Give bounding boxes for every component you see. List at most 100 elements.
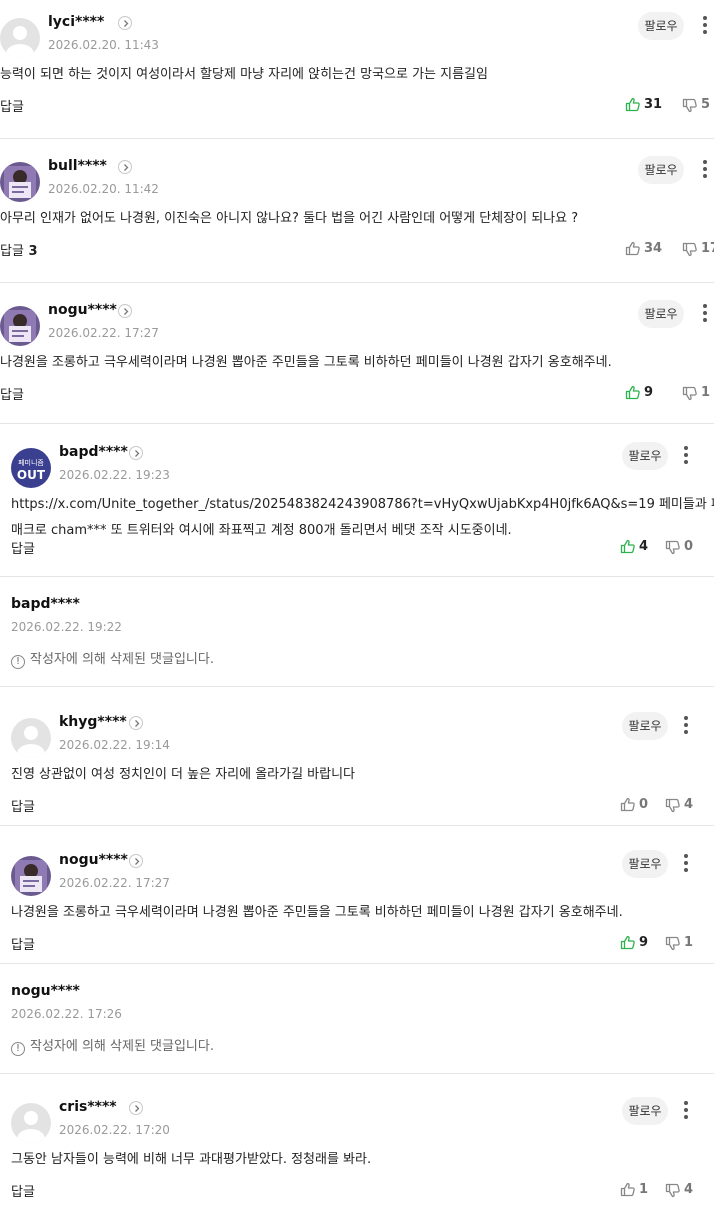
dislike-count: 5 bbox=[701, 97, 711, 112]
comment-text-line: 나경원을 조롱하고 극우세력이라며 나경원 뽑아준 주민들을 그토록 비하하던 … bbox=[0, 355, 612, 370]
more-options-icon[interactable] bbox=[681, 716, 691, 736]
comment-text-line: 매크로 cham*** 또 트위터와 여시에 좌표찍고 계정 800개 돌리면서… bbox=[11, 523, 512, 538]
comment-date: 2026.02.22. 17:27 bbox=[59, 876, 170, 890]
profile-chevron-icon[interactable] bbox=[129, 854, 143, 868]
dislike-count: 4 bbox=[684, 1182, 694, 1197]
more-options-icon[interactable] bbox=[700, 304, 710, 324]
comment-date: 2026.02.20. 11:42 bbox=[48, 182, 159, 196]
info-icon: ! bbox=[11, 655, 25, 669]
comment-date: 2026.02.22. 19:14 bbox=[59, 738, 170, 752]
like-count: 34 bbox=[644, 241, 663, 256]
reply-button[interactable]: 답글 bbox=[0, 96, 24, 115]
thumbs-up-icon bbox=[625, 241, 640, 256]
follow-button[interactable]: 팔로우 bbox=[638, 300, 684, 328]
profile-chevron-icon[interactable] bbox=[129, 446, 143, 460]
default-avatar[interactable] bbox=[0, 18, 40, 58]
comment-text: 나경원을 조롱하고 극우세력이라며 나경원 뽑아준 주민들을 그토록 비하하던 … bbox=[0, 350, 612, 376]
comment-item: khyg**** 2026.02.22. 19:14 팔로우진영 상관없이 여성 정… bbox=[0, 700, 714, 825]
username[interactable]: nogu**** bbox=[48, 302, 117, 318]
comment-divider bbox=[0, 686, 714, 687]
dislike-count: 4 bbox=[684, 797, 694, 812]
info-icon: ! bbox=[11, 1042, 25, 1056]
deleted-text: 작성자에 의해 삭제된 댓글입니다. bbox=[30, 652, 214, 667]
username[interactable]: cris**** bbox=[59, 1099, 117, 1115]
follow-button[interactable]: 팔로우 bbox=[622, 712, 668, 740]
comment-date: 2026.02.22. 19:22 bbox=[11, 620, 122, 634]
username[interactable]: nogu**** bbox=[11, 983, 80, 999]
reply-count-value: 3 bbox=[28, 244, 38, 259]
reply-button[interactable]: 답글 bbox=[0, 384, 24, 403]
comment-text-line: 아무리 인재가 없어도 나경원, 이진숙은 아니지 않나요? 둘다 법을 어긴 … bbox=[0, 211, 579, 226]
follow-button[interactable]: 팔로우 bbox=[622, 850, 668, 878]
follow-button[interactable]: 팔로우 bbox=[622, 442, 668, 470]
profile-chevron-icon[interactable] bbox=[129, 1101, 143, 1115]
like-count: 9 bbox=[644, 385, 654, 400]
comment-item: nogu**** 2026.02.22. 17:26! 작성자에 의해 삭제된 댓글… bbox=[0, 977, 714, 1073]
like-count: 1 bbox=[639, 1182, 649, 1197]
badge-avatar[interactable]: 페미니즘 OUT bbox=[11, 448, 51, 488]
reply-button[interactable]: 답글 bbox=[11, 1181, 35, 1200]
username[interactable]: bull**** bbox=[48, 158, 107, 174]
reply-button[interactable]: 답글 bbox=[11, 934, 35, 953]
profile-chevron-icon[interactable] bbox=[118, 304, 132, 318]
default-avatar[interactable] bbox=[11, 1103, 51, 1143]
thumbs-down-icon bbox=[665, 798, 680, 813]
thumbs-up-icon bbox=[625, 385, 640, 400]
comment-date: 2026.02.22. 17:26 bbox=[11, 1007, 122, 1021]
comment-item: bapd**** 2026.02.22. 19:22! 작성자에 의해 삭제된 댓글… bbox=[0, 590, 714, 686]
reply-button[interactable]: 답글 3 bbox=[0, 240, 38, 259]
follow-button[interactable]: 팔로우 bbox=[622, 1097, 668, 1125]
reply-label: 답글 bbox=[11, 1185, 35, 1200]
photo-avatar[interactable] bbox=[0, 306, 40, 346]
username[interactable]: bapd**** bbox=[11, 596, 80, 612]
comment-text: 아무리 인재가 없어도 나경원, 이진숙은 아니지 않나요? 둘다 법을 어긴 … bbox=[0, 206, 578, 232]
thumbs-up-icon bbox=[620, 797, 635, 812]
thumbs-down-icon bbox=[665, 540, 680, 555]
profile-chevron-icon[interactable] bbox=[118, 16, 132, 30]
more-options-icon[interactable] bbox=[700, 16, 710, 36]
follow-button[interactable]: 팔로우 bbox=[638, 12, 684, 40]
deleted-notice: ! 작성자에 의해 삭제된 댓글입니다. bbox=[11, 648, 214, 669]
more-options-icon[interactable] bbox=[681, 854, 691, 874]
more-options-icon[interactable] bbox=[700, 160, 710, 180]
profile-chevron-icon[interactable] bbox=[129, 716, 143, 730]
comment-divider bbox=[0, 1073, 714, 1074]
dislike-count: 1 bbox=[684, 935, 694, 950]
deleted-notice: ! 작성자에 의해 삭제된 댓글입니다. bbox=[11, 1035, 214, 1056]
svg-text:OUT: OUT bbox=[17, 468, 46, 482]
comment-divider bbox=[0, 138, 714, 139]
reply-label: 답글 bbox=[0, 244, 24, 259]
svg-text:페미니즘: 페미니즘 bbox=[18, 458, 44, 467]
username[interactable]: bapd**** bbox=[59, 444, 128, 460]
dislike-count: 1 bbox=[701, 385, 711, 400]
reply-button[interactable]: 답글 bbox=[11, 538, 35, 557]
thumbs-up-icon bbox=[620, 935, 635, 950]
like-count: 9 bbox=[639, 935, 649, 950]
dislike-count: 0 bbox=[684, 539, 694, 554]
profile-chevron-icon[interactable] bbox=[118, 160, 132, 174]
deleted-text: 작성자에 의해 삭제된 댓글입니다. bbox=[30, 1039, 214, 1054]
thumbs-down-icon bbox=[665, 936, 680, 951]
comment-item: lyci**** 2026.02.20. 11:43 팔로우 능력이 되면 하는 것이… bbox=[0, 0, 714, 138]
username[interactable]: lyci**** bbox=[48, 14, 104, 30]
comment-item: cris**** 2026.02.22. 17:20 팔로우그동안 남자들이 능력에… bbox=[0, 1085, 714, 1215]
comment-text-line: 진영 상관없이 여성 정치인이 더 높은 자리에 올라가길 바랍니다 bbox=[11, 767, 356, 782]
photo-avatar[interactable] bbox=[11, 856, 51, 896]
reply-button[interactable]: 답글 bbox=[11, 796, 35, 815]
more-options-icon[interactable] bbox=[681, 1101, 691, 1121]
comment-date: 2026.02.22. 17:20 bbox=[59, 1123, 170, 1137]
comment-date: 2026.02.22. 17:27 bbox=[48, 326, 159, 340]
comment-text-line: 그동안 남자들이 능력에 비해 너무 과대평가받았다. 정청래를 봐라. bbox=[11, 1152, 372, 1167]
username[interactable]: nogu**** bbox=[59, 852, 128, 868]
photo-avatar[interactable] bbox=[0, 162, 40, 202]
thumbs-down-icon bbox=[682, 98, 697, 113]
username[interactable]: khyg**** bbox=[59, 714, 127, 730]
follow-button[interactable]: 팔로우 bbox=[638, 156, 684, 184]
comment-text: https://x.com/Unite_together_/status/202… bbox=[11, 492, 714, 544]
more-options-icon[interactable] bbox=[681, 446, 691, 466]
thumbs-up-icon bbox=[625, 97, 640, 112]
thumbs-down-icon bbox=[665, 1183, 680, 1198]
comment-divider bbox=[0, 825, 714, 826]
default-avatar[interactable] bbox=[11, 718, 51, 758]
comment-text-line: 능력이 되면 하는 것이지 여성이라서 할당제 마냥 자리에 앉히는건 망국으로… bbox=[0, 67, 488, 82]
